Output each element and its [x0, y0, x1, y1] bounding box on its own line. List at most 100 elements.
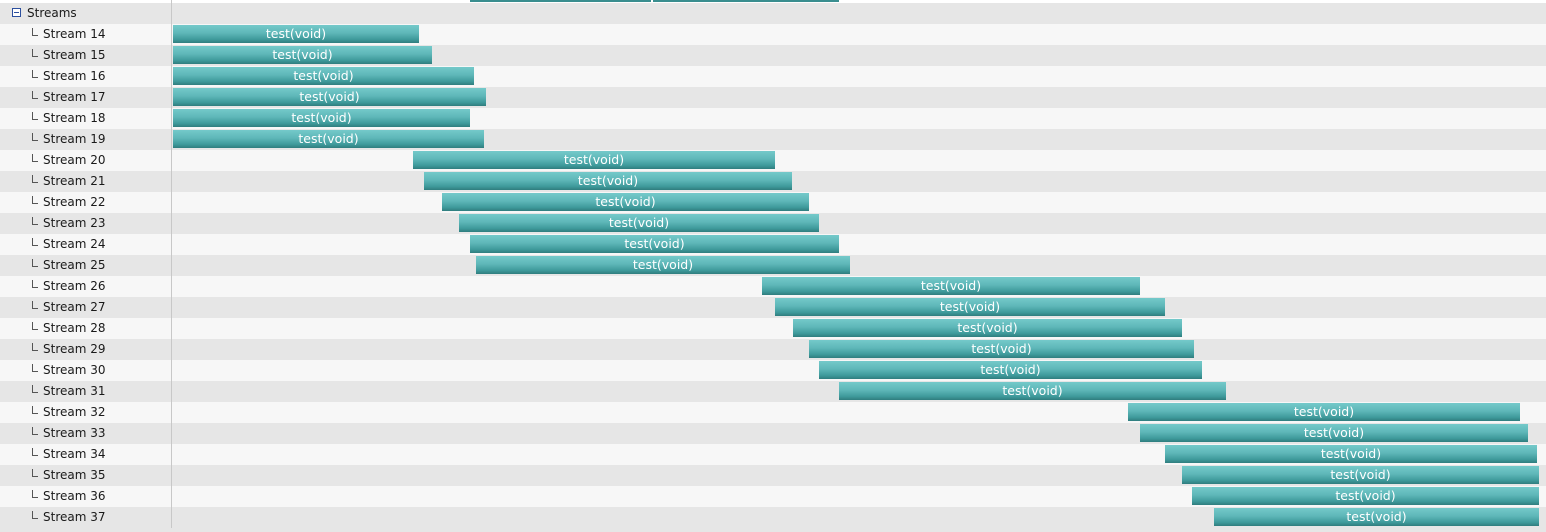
stream-row[interactable]: Stream 27 test(void)	[0, 297, 1546, 318]
stream-row[interactable]: Stream 23 test(void)	[0, 213, 1546, 234]
stream-row[interactable]: Stream 32 test(void)	[0, 402, 1546, 423]
stream-label-cell[interactable]: Stream 16	[0, 66, 171, 87]
kernel-bar[interactable]: test(void)	[173, 25, 419, 43]
kernel-bar[interactable]: test(void)	[173, 67, 474, 85]
stream-row[interactable]: Stream 17 test(void)	[0, 87, 1546, 108]
kernel-bar[interactable]: test(void)	[470, 235, 839, 253]
tree-branch-icon	[32, 469, 38, 477]
stream-row[interactable]: Stream 18 test(void)	[0, 108, 1546, 129]
kernel-bar[interactable]: test(void)	[809, 340, 1194, 358]
stream-label-cell[interactable]: Stream 32	[0, 402, 171, 423]
stream-label: Stream 16	[43, 69, 106, 83]
stream-row[interactable]: Stream 26 test(void)	[0, 276, 1546, 297]
stream-label-cell[interactable]: Stream 15	[0, 45, 171, 66]
stream-label-cell[interactable]: Stream 29	[0, 339, 171, 360]
kernel-bar[interactable]: test(void)	[476, 256, 850, 274]
stream-label-cell[interactable]: Stream 35	[0, 465, 171, 486]
kernel-bar[interactable]: test(void)	[775, 298, 1165, 316]
minus-box-icon[interactable]	[12, 8, 21, 17]
stream-row[interactable]: Stream 28 test(void)	[0, 318, 1546, 339]
stream-label-cell[interactable]: Stream 31	[0, 381, 171, 402]
kernel-bar[interactable]: test(void)	[1165, 445, 1537, 463]
tree-branch-icon	[32, 154, 38, 162]
kernel-bar[interactable]: test(void)	[173, 46, 432, 64]
stream-label: Stream 20	[43, 153, 106, 167]
stream-label: Stream 19	[43, 132, 106, 146]
kernel-bar[interactable]: test(void)	[1128, 403, 1520, 421]
stream-label-cell[interactable]: Stream 33	[0, 423, 171, 444]
kernel-bar-partial[interactable]	[470, 0, 651, 2]
tree-branch-icon	[32, 112, 38, 120]
tree-branch-icon	[32, 406, 38, 414]
kernel-bar[interactable]: test(void)	[442, 193, 809, 211]
tree-branch-icon	[32, 217, 38, 225]
stream-label-cell[interactable]: Stream 18	[0, 108, 171, 129]
stream-label-cell[interactable]: Stream 17	[0, 87, 171, 108]
stream-row[interactable]: Stream 35 test(void)	[0, 465, 1546, 486]
stream-label: Stream 25	[43, 258, 106, 272]
column-divider[interactable]	[171, 0, 172, 532]
stream-row[interactable]: Stream 14 test(void)	[0, 24, 1546, 45]
stream-row[interactable]: Stream 37 test(void)	[0, 507, 1546, 528]
kernel-bar[interactable]: test(void)	[413, 151, 775, 169]
stream-label: Stream 23	[43, 216, 106, 230]
stream-label: Stream 33	[43, 426, 106, 440]
stream-row[interactable]: Stream 16 test(void)	[0, 66, 1546, 87]
stream-label-cell[interactable]: Stream 24	[0, 234, 171, 255]
tree-branch-icon	[32, 490, 38, 498]
stream-row[interactable]: Stream 22 test(void)	[0, 192, 1546, 213]
stream-row[interactable]: Stream 21 test(void)	[0, 171, 1546, 192]
stream-label-cell[interactable]: Stream 27	[0, 297, 171, 318]
stream-label-cell[interactable]: Stream 14	[0, 24, 171, 45]
stream-row[interactable]: Stream 33 test(void)	[0, 423, 1546, 444]
kernel-bar[interactable]: test(void)	[173, 88, 486, 106]
stream-row[interactable]: Stream 20 test(void)	[0, 150, 1546, 171]
stream-label-cell[interactable]: Stream 34	[0, 444, 171, 465]
stream-label: Stream 14	[43, 27, 106, 41]
stream-label-cell[interactable]: Stream 26	[0, 276, 171, 297]
stream-label: Stream 26	[43, 279, 106, 293]
kernel-bar[interactable]: test(void)	[1192, 487, 1539, 505]
kernel-bar[interactable]: test(void)	[173, 109, 470, 127]
stream-label: Stream 34	[43, 447, 106, 461]
stream-label-cell[interactable]: Stream 36	[0, 486, 171, 507]
kernel-bar[interactable]: test(void)	[839, 382, 1226, 400]
stream-row[interactable]: Stream 30 test(void)	[0, 360, 1546, 381]
stream-label-cell[interactable]: Stream 23	[0, 213, 171, 234]
stream-row[interactable]: Stream 31 test(void)	[0, 381, 1546, 402]
kernel-bar[interactable]: test(void)	[819, 361, 1202, 379]
stream-row[interactable]: Stream 29 test(void)	[0, 339, 1546, 360]
kernel-bar[interactable]: test(void)	[173, 130, 484, 148]
stream-label-cell[interactable]: Stream 19	[0, 129, 171, 150]
tree-branch-icon	[32, 259, 38, 267]
kernel-bar[interactable]: test(void)	[1214, 508, 1539, 526]
kernel-bar-partial[interactable]	[653, 0, 839, 2]
stream-row[interactable]: Stream 34 test(void)	[0, 444, 1546, 465]
stream-label-cell[interactable]: Stream 28	[0, 318, 171, 339]
kernel-bar[interactable]: test(void)	[424, 172, 792, 190]
stream-label: Stream 30	[43, 363, 106, 377]
stream-row[interactable]: Stream 36 test(void)	[0, 486, 1546, 507]
stream-label-cell[interactable]: Stream 37	[0, 507, 171, 528]
kernel-bar[interactable]: test(void)	[762, 277, 1140, 295]
kernel-bar[interactable]: test(void)	[459, 214, 819, 232]
stream-label-cell[interactable]: Stream 20	[0, 150, 171, 171]
tree-branch-icon	[32, 427, 38, 435]
group-label-cell[interactable]: Streams	[0, 3, 171, 24]
tree-branch-icon	[32, 322, 38, 330]
stream-label-cell[interactable]: Stream 30	[0, 360, 171, 381]
stream-label-cell[interactable]: Stream 21	[0, 171, 171, 192]
stream-row[interactable]: Stream 19 test(void)	[0, 129, 1546, 150]
stream-row[interactable]: Stream 25 test(void)	[0, 255, 1546, 276]
kernel-bar[interactable]: test(void)	[793, 319, 1182, 337]
stream-row[interactable]: Stream 24 test(void)	[0, 234, 1546, 255]
stream-row[interactable]: Stream 15 test(void)	[0, 45, 1546, 66]
horizontal-scrollbar[interactable]	[0, 528, 1546, 532]
tree-branch-icon	[32, 70, 38, 78]
kernel-bar[interactable]: test(void)	[1140, 424, 1528, 442]
kernel-bar[interactable]: test(void)	[1182, 466, 1539, 484]
stream-label: Stream 22	[43, 195, 106, 209]
stream-label-cell[interactable]: Stream 25	[0, 255, 171, 276]
stream-label-cell[interactable]: Stream 22	[0, 192, 171, 213]
group-row-streams[interactable]: Streams	[0, 3, 1546, 24]
